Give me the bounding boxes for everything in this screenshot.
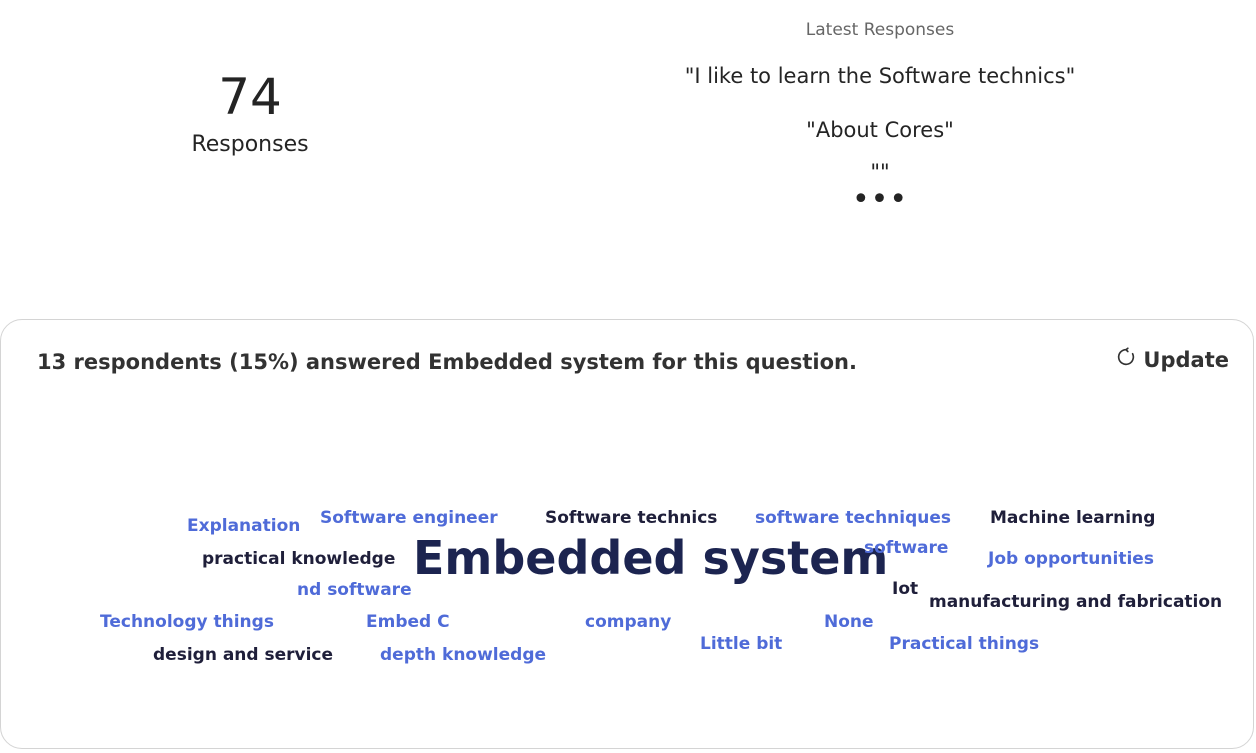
word-cloud-term[interactable]: Technology things xyxy=(100,614,274,631)
response-count: 74 xyxy=(218,68,282,126)
word-cloud-term[interactable]: company xyxy=(585,614,671,631)
word-cloud-term[interactable]: design and service xyxy=(153,647,333,664)
word-cloud-term-largest[interactable]: Embedded system xyxy=(413,535,888,581)
word-cloud-term[interactable]: Machine learning xyxy=(990,510,1155,527)
response-summary-view: 74 Responses Latest Responses "I like to… xyxy=(0,0,1256,753)
word-cloud-term[interactable]: nd software xyxy=(297,582,412,599)
word-cloud-term[interactable]: Practical things xyxy=(889,636,1039,653)
latest-responses-title: Latest Responses xyxy=(805,20,955,40)
latest-response-item: "I like to learn the Software technics" xyxy=(684,64,1076,88)
latest-responses: Latest Responses "I like to learn the So… xyxy=(560,14,1200,215)
more-responses-button[interactable]: ••• xyxy=(560,185,1200,215)
word-cloud-term[interactable]: Software engineer xyxy=(320,510,498,527)
word-cloud-term[interactable]: None xyxy=(824,614,874,631)
word-cloud-card: 13 respondents (15%) answered Embedded s… xyxy=(0,319,1254,749)
update-button[interactable]: Update xyxy=(1115,346,1229,373)
word-cloud-term[interactable]: Iot xyxy=(892,581,918,598)
word-cloud-term[interactable]: practical knowledge xyxy=(202,551,395,568)
card-summary-text: 13 respondents (15%) answered Embedded s… xyxy=(37,350,857,374)
response-count-block: 74 Responses xyxy=(140,64,360,160)
word-cloud-term[interactable]: software xyxy=(864,540,948,557)
update-label: Update xyxy=(1143,347,1229,372)
refresh-icon xyxy=(1115,346,1137,373)
word-cloud-term[interactable]: Job opportunities xyxy=(988,551,1154,568)
latest-response-item: "About Cores" xyxy=(806,118,954,142)
word-cloud-term[interactable]: Software technics xyxy=(545,510,717,527)
word-cloud-term[interactable]: depth knowledge xyxy=(380,647,546,664)
word-cloud-term[interactable]: manufacturing and fabrication xyxy=(929,594,1222,611)
word-cloud-term[interactable]: Embed C xyxy=(366,614,450,631)
word-cloud-term[interactable]: Little bit xyxy=(700,636,782,653)
word-cloud-term[interactable]: Explanation xyxy=(187,518,300,535)
response-count-label: Responses xyxy=(191,132,309,157)
word-cloud-term[interactable]: software techniques xyxy=(755,510,951,527)
